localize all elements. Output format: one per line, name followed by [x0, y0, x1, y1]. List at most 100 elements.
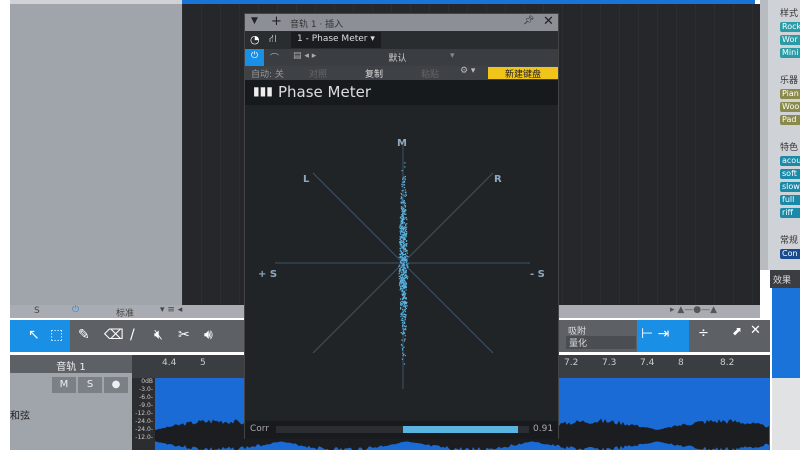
compare-button[interactable]: 对照: [309, 67, 327, 80]
plugin-select[interactable]: 1 - Phase Meter ▾: [291, 32, 381, 48]
quantize-select[interactable]: 量化: [566, 336, 636, 349]
scope-point: [405, 233, 407, 236]
tag-button[interactable]: Con: [780, 249, 800, 259]
plugin-title-bar[interactable]: ▼ + 音轨 1 · 插入 📌︎ ✕: [245, 14, 558, 31]
scope-point: [404, 309, 406, 311]
snap-buttons[interactable]: ⊢ ⇥: [637, 320, 689, 352]
arrow-tool-icon[interactable]: ↖: [28, 327, 40, 343]
scope-point: [403, 303, 406, 305]
scope-point: [404, 335, 406, 337]
scope-point: [403, 340, 406, 342]
scope-point: [405, 307, 407, 310]
menu-icon[interactable]: ▼: [251, 16, 258, 26]
solo-button[interactable]: S: [34, 306, 40, 316]
eraser-tool-icon[interactable]: ⌫: [104, 327, 124, 343]
tag-button[interactable]: acou: [780, 156, 800, 166]
section-title: 乐器: [780, 76, 799, 86]
scope-point: [402, 324, 404, 326]
scope-point: [400, 304, 402, 307]
mix-icon[interactable]: ◔: [250, 33, 260, 46]
routing-icon[interactable]: ⛙: [269, 32, 277, 47]
scope-point: [401, 317, 403, 320]
scope-point: [400, 230, 403, 232]
mute-button[interactable]: M: [52, 377, 76, 393]
add-icon[interactable]: +: [271, 14, 282, 29]
tag-button[interactable]: riff: [780, 208, 800, 218]
listen-tool-icon[interactable]: 🔊︎: [204, 327, 213, 343]
scope-point: [399, 271, 401, 273]
chevron-down-icon[interactable]: ▾ ≡ ◂: [160, 305, 182, 315]
scope-point: [401, 256, 403, 259]
scope-point: [404, 305, 406, 307]
scope-point: [405, 194, 407, 196]
scope-point: [400, 277, 402, 279]
paste-button[interactable]: 粘贴: [421, 67, 439, 80]
scope-point: [403, 238, 405, 241]
chord-label: 和弦: [10, 411, 30, 422]
split-icon[interactable]: ÷: [698, 326, 709, 341]
paint-tool-icon[interactable]: /: [130, 327, 135, 343]
chevron-down-icon[interactable]: ▾: [450, 51, 455, 61]
solo-button[interactable]: S: [78, 377, 102, 393]
tag-button[interactable]: Pian: [780, 89, 800, 99]
tag-button[interactable]: slow: [780, 182, 800, 192]
scope-point: [404, 234, 406, 236]
scope-point: [400, 196, 403, 198]
automation-toggle[interactable]: 自动: 关: [251, 67, 284, 80]
scope-point: [401, 170, 403, 172]
tag-button[interactable]: Pad: [780, 115, 800, 125]
tag-button[interactable]: full: [780, 195, 800, 205]
label-r: R: [494, 174, 502, 185]
gear-icon[interactable]: ⚙ ▾: [460, 66, 475, 76]
effects-tab[interactable]: 效果: [770, 270, 800, 288]
mode-select[interactable]: 标准: [116, 306, 134, 319]
power-icon[interactable]: ⏻: [72, 305, 79, 315]
preset-nav[interactable]: ▤ ◂ ▸: [293, 51, 316, 61]
scope-point: [401, 221, 404, 223]
copy-button[interactable]: 复制: [365, 67, 383, 80]
scope-point: [404, 277, 406, 280]
mute-tool-icon[interactable]: 🔇︎: [154, 327, 163, 343]
power-button[interactable]: ⏻: [245, 49, 264, 66]
scope-point: [406, 232, 408, 234]
headphone-icon[interactable]: ⌒: [270, 51, 279, 64]
scope-point: [407, 263, 409, 265]
close-icon[interactable]: ✕: [543, 14, 554, 29]
label-l: L: [303, 174, 310, 185]
scope-point: [404, 276, 406, 278]
range-tool-icon[interactable]: ⬚: [50, 327, 63, 343]
scope-point: [401, 199, 403, 201]
tag-button[interactable]: Mini: [780, 48, 800, 58]
expand-icon[interactable]: ⬈: [732, 324, 742, 338]
scope-point: [401, 282, 403, 284]
scope-point: [402, 268, 405, 270]
zoom-slider[interactable]: ▸ ▲—●—▲: [670, 305, 717, 315]
track-header[interactable]: 音轨 1: [10, 355, 132, 373]
tag-button[interactable]: soft: [780, 169, 800, 179]
preset-select[interactable]: 默认: [335, 51, 460, 64]
monitor-button[interactable]: ●: [104, 377, 128, 393]
scope-point: [404, 162, 406, 164]
selected-region[interactable]: [182, 0, 755, 4]
scope-point: [404, 327, 407, 329]
scope-point: [401, 314, 403, 316]
scope-point: [400, 315, 402, 318]
tag-button[interactable]: Rock: [780, 22, 800, 32]
scope-point: [404, 306, 407, 308]
pencil-tool-icon[interactable]: ✎: [78, 327, 90, 343]
pin-icon[interactable]: 📌︎: [523, 16, 534, 26]
scope-point: [400, 242, 402, 244]
tag-button[interactable]: Woo: [780, 102, 800, 112]
effect-selected[interactable]: [772, 288, 800, 378]
scope-point: [405, 298, 407, 300]
scope-point: [401, 333, 404, 335]
bend-tool-icon[interactable]: ✂: [178, 327, 190, 343]
ruler-tick: 5: [200, 358, 206, 368]
close-icon[interactable]: ✕: [750, 323, 761, 338]
section-title: 特色: [780, 143, 799, 153]
tag-button[interactable]: Wor: [780, 35, 800, 45]
scope-point: [404, 223, 407, 225]
new-keyboard-button[interactable]: 新建键盘: [488, 67, 558, 80]
scope-point: [401, 237, 404, 239]
plugin-select-row: ◔ ⛙ 1 - Phase Meter ▾: [245, 31, 558, 49]
